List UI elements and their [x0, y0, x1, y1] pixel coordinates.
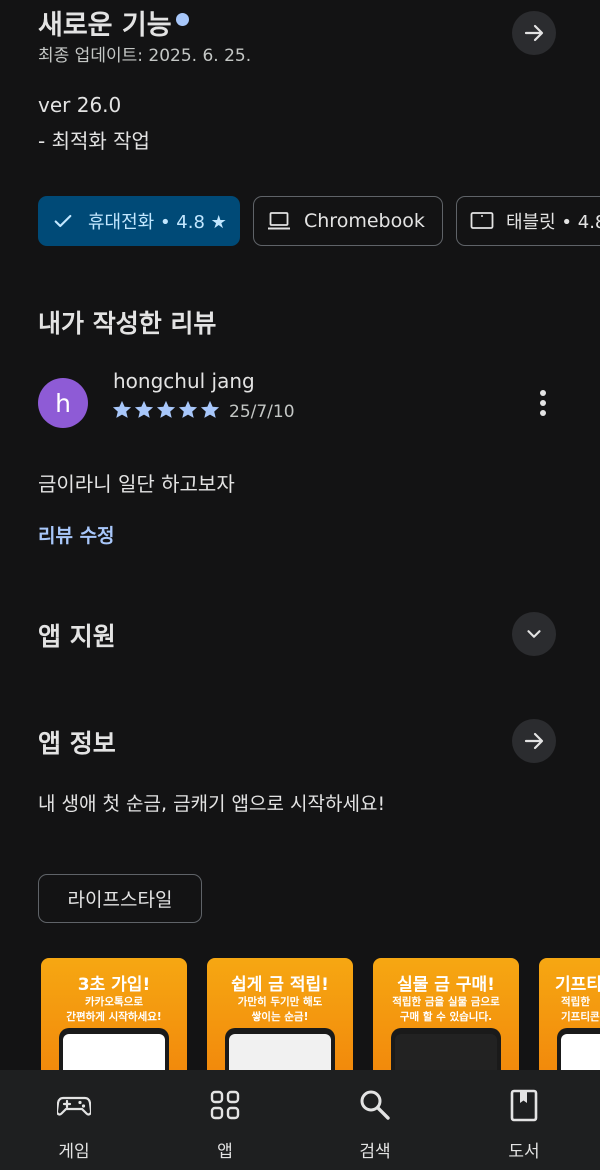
- screenshot-headline: 기프티: [555, 975, 600, 995]
- nav-item-apps[interactable]: 앱: [170, 1070, 280, 1170]
- check-icon: [54, 214, 72, 228]
- app-support-heading: 앱 지원: [38, 622, 116, 651]
- review-date: 25/7/10: [229, 402, 295, 422]
- screenshot-1[interactable]: 3초 가입! 카카오톡으로 간편하게 시작하세요!: [41, 958, 187, 1070]
- star-icon: [112, 400, 132, 418]
- screenshot-3[interactable]: 실물 금 구매! 적립한 금을 실물 금으로 구매 할 수 있습니다.: [373, 958, 519, 1070]
- nav-label-apps: 앱: [217, 1142, 233, 1162]
- arrow-right-icon: [524, 732, 544, 750]
- last-updated-text: 최종 업데이트: 2025. 6. 25.: [38, 46, 252, 66]
- chip-phone[interactable]: 휴대전화 • 4.8 ★: [38, 196, 240, 246]
- version-text: ver 26.0: [38, 93, 122, 117]
- screenshot-subtext: 카카오톡으로 간편하게 시작하세요!: [66, 996, 162, 1023]
- release-note-text: - 최적화 작업: [38, 129, 150, 153]
- app-info-arrow-button[interactable]: [512, 719, 556, 763]
- whats-new-arrow-button[interactable]: [512, 11, 556, 55]
- chip-chromebook-label: Chromebook: [304, 210, 425, 232]
- my-review-heading: 내가 작성한 리뷰: [38, 309, 217, 338]
- edit-review-link[interactable]: 리뷰 수정: [38, 521, 115, 548]
- apps-grid-icon: [210, 1090, 240, 1120]
- screenshot-headline: 쉽게 금 적립!: [231, 975, 329, 995]
- phone-mockup: [59, 1028, 169, 1070]
- screenshot-headline: 3초 가입!: [77, 975, 151, 995]
- screenshot-subtext: 적립한 금을 실물 금으로 구매 할 수 있습니다.: [392, 996, 500, 1023]
- screenshot-2[interactable]: 쉽게 금 적립! 가만히 두기만 해도 쌓이는 순금!: [207, 958, 353, 1070]
- app-description: 내 생애 첫 순금, 금캐기 앱으로 시작하세요!: [38, 793, 386, 815]
- review-text: 금이라니 일단 하고보자: [38, 472, 235, 496]
- bottom-navigation-bar: 게임 앱 검색 도서: [0, 1070, 600, 1170]
- gamepad-icon: [57, 1096, 91, 1116]
- category-chip-label: 라이프스타일: [67, 889, 173, 911]
- app-info-heading: 앱 정보: [38, 729, 116, 758]
- phone-mockup: [557, 1028, 600, 1070]
- search-icon: [360, 1090, 390, 1120]
- chip-chromebook[interactable]: Chromebook: [253, 196, 443, 246]
- laptop-icon: [268, 212, 290, 230]
- screenshot-subtext: 적립한 기프티콘: [561, 996, 600, 1023]
- nav-item-games[interactable]: 게임: [19, 1070, 129, 1170]
- screenshot-headline: 실물 금 구매!: [397, 975, 495, 995]
- whats-new-section: 새로운 기능 최종 업데이트: 2025. 6. 25. ver 26.0 - …: [0, 0, 600, 170]
- nav-item-search[interactable]: 검색: [320, 1070, 430, 1170]
- arrow-right-icon: [524, 24, 544, 42]
- screenshot-subtext: 가만히 두기만 해도 쌓이는 순금!: [237, 996, 323, 1023]
- star-icon: [156, 400, 176, 418]
- book-icon: [510, 1089, 538, 1122]
- category-chip[interactable]: 라이프스타일: [38, 874, 202, 923]
- more-vert-icon: [540, 390, 546, 416]
- avatar: h: [38, 378, 88, 428]
- avatar-letter: h: [55, 388, 71, 418]
- chip-phone-label: 휴대전화 • 4.8 ★: [88, 212, 227, 233]
- star-icon: [200, 400, 220, 418]
- chip-tablet-label: 태블릿 • 4.8: [506, 212, 600, 233]
- screenshot-4[interactable]: 기프티 적립한 기프티콘: [539, 958, 600, 1070]
- star-icon: [134, 400, 154, 418]
- nav-label-games: 게임: [58, 1142, 90, 1162]
- star-icon: [178, 400, 198, 418]
- app-support-expand-button[interactable]: [512, 612, 556, 656]
- nav-item-books[interactable]: 도서: [469, 1070, 579, 1170]
- nav-label-search: 검색: [359, 1142, 391, 1162]
- nav-label-books: 도서: [508, 1142, 540, 1162]
- whats-new-title: 새로운 기능: [38, 10, 172, 41]
- phone-mockup: [391, 1028, 501, 1070]
- tablet-icon: [470, 212, 494, 229]
- chevron-down-icon: [527, 630, 541, 638]
- phone-mockup: [225, 1028, 335, 1070]
- review-rating-stars: [112, 400, 220, 419]
- new-indicator-dot: [176, 13, 189, 26]
- reviewer-name: hongchul jang: [113, 369, 255, 393]
- chip-tablet[interactable]: 태블릿 • 4.8: [456, 196, 600, 246]
- review-more-button[interactable]: [528, 386, 558, 420]
